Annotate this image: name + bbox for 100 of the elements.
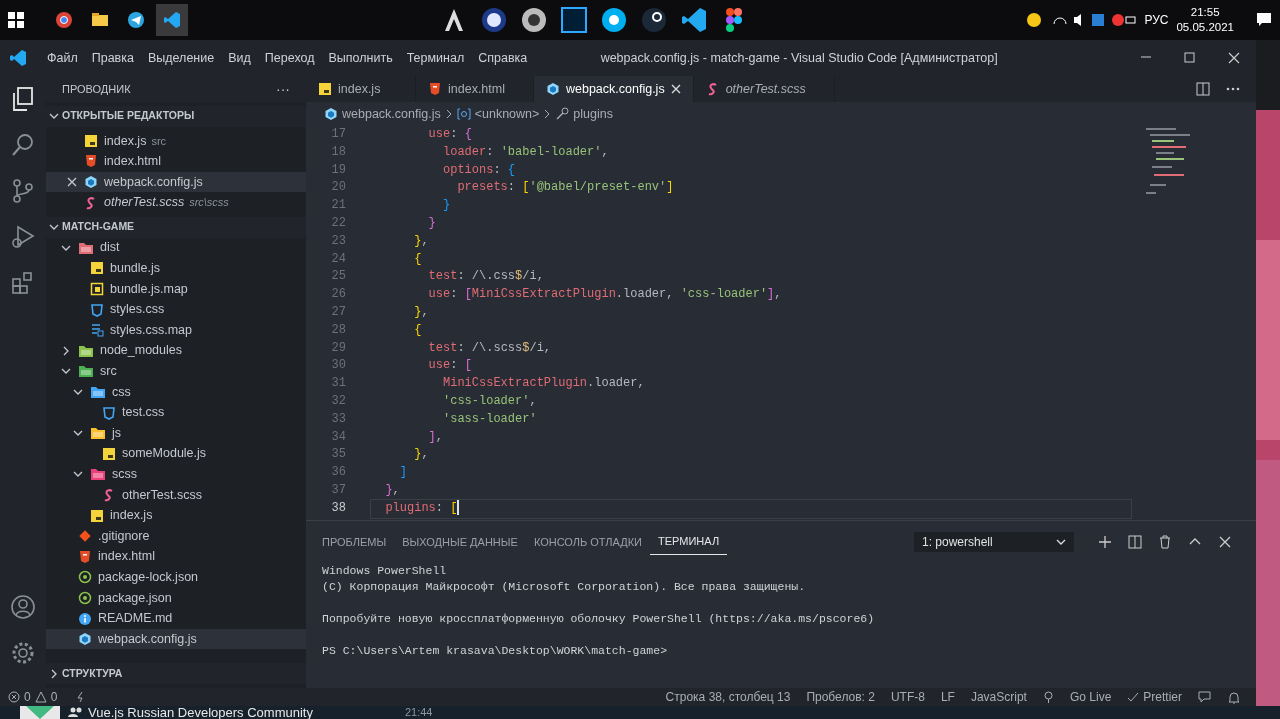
file-item[interactable]: someModule.js [46, 443, 306, 465]
file-item[interactable]: index.html [46, 546, 306, 568]
code-editor-app-icon[interactable] [681, 7, 707, 33]
error-count[interactable]: 0 [24, 688, 31, 706]
chevron-right-icon[interactable] [61, 345, 71, 356]
feedback-icon[interactable] [1198, 690, 1212, 704]
menu-item[interactable]: Выделение [140, 48, 222, 68]
section-header[interactable]: СТРУКТУРА [46, 663, 306, 684]
clock-time[interactable]: 21:55 [1190, 5, 1220, 20]
folder-item[interactable]: dist [46, 237, 306, 259]
search-icon[interactable] [10, 132, 36, 158]
breadcrumb-item[interactable]: <unknown> [474, 104, 540, 124]
notification-icon[interactable] [1256, 12, 1272, 28]
code-line: } [427, 215, 437, 232]
tray-icons-drawing[interactable] [1026, 12, 1137, 28]
panel-tab[interactable]: ВЫХОДНЫЕ ДАННЫЕ [394, 529, 526, 555]
windows-start-icon[interactable] [8, 12, 24, 28]
run-debug-icon[interactable] [10, 224, 36, 250]
file-item[interactable]: styles.css.map [46, 319, 306, 341]
file-item[interactable]: bundle.js.map [46, 278, 306, 300]
status-item[interactable]: Строка 38, столбец 13 [665, 688, 791, 706]
folder-item[interactable]: src [46, 361, 306, 382]
open-editor-item[interactable]: webpack.config.js [46, 171, 306, 193]
status-item[interactable]: JavaScript [970, 688, 1027, 706]
file-item[interactable]: bundle.js [46, 258, 306, 279]
open-editor-item[interactable]: index.html [46, 151, 306, 172]
language-indicator[interactable]: РУС [1144, 11, 1169, 29]
section-header[interactable]: MATCH-GAME [46, 216, 306, 238]
open-editor-item[interactable]: index.js src [46, 130, 306, 152]
plus-icon[interactable] [1098, 535, 1112, 549]
terminal-dropdown[interactable]: 1: powershell [914, 532, 1074, 552]
close-icon[interactable] [1227, 51, 1241, 65]
code-line: }, [384, 481, 401, 499]
code-line: } [442, 197, 452, 215]
line-number: 26 [330, 286, 346, 304]
menu-item[interactable]: Переход [257, 48, 322, 68]
editor-tab[interactable]: index.html [416, 76, 534, 102]
status-item[interactable]: Пробелов: 2 [806, 688, 875, 706]
status-item[interactable]: UTF-8 [890, 688, 925, 706]
file-item[interactable]: .gitignore [46, 525, 306, 547]
file-item[interactable]: otherTest.scss [46, 484, 306, 506]
status-item[interactable]: LF [940, 688, 955, 706]
close-icon[interactable] [67, 177, 77, 188]
folder-item[interactable]: css [46, 381, 306, 403]
error-icon[interactable] [8, 691, 20, 703]
close-icon[interactable] [670, 84, 681, 94]
folder-item[interactable]: js [46, 422, 306, 444]
menu-item[interactable]: Выполнить [321, 48, 400, 68]
file-item[interactable]: webpack.config.js [46, 628, 306, 650]
split-terminal-icon[interactable] [1128, 535, 1142, 549]
file-item[interactable]: README.md [46, 608, 306, 629]
code-editor-app-icon[interactable] [156, 4, 188, 36]
chevron-right-icon[interactable] [49, 668, 59, 679]
more-actions-button[interactable]: ··· [276, 78, 290, 100]
close-icon[interactable] [1218, 535, 1232, 549]
editor-tab[interactable]: index.js [306, 76, 416, 102]
section-header[interactable]: ОТКРЫТЫЕ РЕДАКТОРЫ [46, 106, 306, 127]
chevron-down-icon[interactable] [73, 387, 83, 397]
branch-icon[interactable] [10, 178, 36, 204]
bell-icon[interactable] [1228, 690, 1240, 704]
square-app-icon[interactable] [561, 7, 587, 33]
menu-item[interactable]: Справка [471, 48, 535, 68]
warning-count[interactable]: 0 [50, 688, 58, 706]
trash-icon[interactable] [1158, 535, 1172, 549]
file-item[interactable]: package-lock.json [46, 567, 306, 588]
maximize-icon[interactable] [1183, 51, 1197, 65]
menu-item[interactable]: Правка [84, 48, 141, 68]
sphere-app-icon[interactable] [481, 7, 507, 33]
info-icon [78, 611, 92, 626]
file-item[interactable]: test.css [46, 402, 306, 423]
account-icon[interactable] [10, 594, 36, 620]
chevron-right-icon [543, 109, 552, 119]
status-item[interactable]: Prettier [1143, 688, 1182, 706]
files-icon[interactable] [10, 86, 36, 112]
file-item[interactable]: index.js [46, 505, 306, 526]
line-number: 32 [330, 392, 346, 410]
html-file-icon [84, 154, 98, 169]
panel-tab[interactable]: КОНСОЛЬ ОТЛАДКИ [525, 529, 650, 555]
breadcrumb-item[interactable]: plugins [573, 104, 613, 124]
panel-tab[interactable]: ТЕРМИНАЛ [650, 529, 728, 555]
status-item[interactable]: Go Live [1069, 688, 1112, 706]
warning-icon[interactable] [34, 691, 47, 703]
menu-item[interactable]: Файл [40, 48, 85, 68]
open-editor-item[interactable]: otherTest.scss src\scss [46, 192, 306, 213]
menu-item[interactable]: Терминал [399, 48, 472, 68]
clock-date[interactable]: 05.05.2021 [1176, 20, 1234, 35]
menu-item[interactable]: Вид [221, 48, 258, 68]
file-item[interactable]: styles.css [46, 299, 306, 320]
breadcrumb-item[interactable]: webpack.config.js [342, 104, 441, 124]
editor-tab[interactable]: webpack.config.js [534, 76, 694, 102]
cube-icon [546, 82, 560, 96]
settings-icon[interactable] [10, 640, 36, 666]
line-number: 25 [330, 268, 346, 286]
file-item[interactable]: package.json [46, 587, 306, 609]
folder-item[interactable]: scss [46, 464, 306, 485]
folder-item[interactable]: node_modules [46, 340, 306, 362]
panel-tab[interactable]: ПРОБЛЕМЫ [314, 529, 395, 555]
line-number: 22 [330, 215, 346, 232]
split-editor-icon[interactable] [1196, 82, 1210, 96]
editor-tab[interactable]: otherTest.scss [693, 76, 835, 102]
